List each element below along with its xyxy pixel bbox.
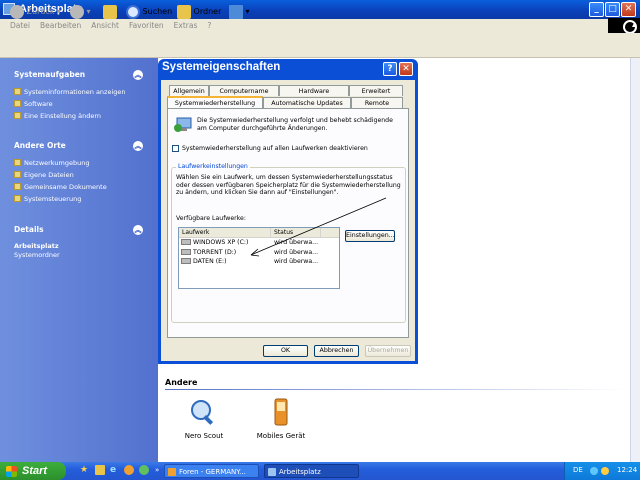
task-change-setting[interactable]: Eine Einstellung ändern [14,111,101,121]
menu-help[interactable]: ? [207,19,211,33]
menu-edit[interactable]: Bearbeiten [40,19,81,33]
software-icon [14,100,21,107]
folder-icon [14,171,21,178]
quicklaunch-folder-icon[interactable] [95,465,105,475]
minimize-button[interactable]: _ [589,2,604,17]
folder-icon [14,183,21,190]
close-button[interactable]: ✕ [621,2,636,17]
tray-app-icon[interactable] [601,467,609,475]
task-button-forum[interactable]: Foren - GERMANY... [164,464,259,478]
help-button[interactable]: ? [383,62,397,76]
control-panel-icon [14,195,21,202]
search-label: Suchen [142,7,173,16]
mobile-device-icon[interactable] [272,398,290,426]
mobile-device-label[interactable]: Mobiles Gerät [251,432,311,440]
collapse-chevron-icon[interactable]: ︽ [133,70,143,80]
quicklaunch-star-icon[interactable]: ★ [80,465,88,475]
menu-tools[interactable]: Extras [174,19,198,33]
task-button-my-computer[interactable]: Arbeitsplatz [264,464,359,478]
clock[interactable]: 12:24 [617,466,637,474]
back-arrow-icon [10,4,24,19]
dialog-body: Allgemein Computername Hardware Erweiter… [161,80,415,361]
window-titlebar[interactable]: Arbeitsplatz [0,0,640,19]
menu-view[interactable]: Ansicht [91,19,119,33]
folders-label: Ordner [193,7,222,16]
folder-up-icon [103,4,117,19]
task-label: Arbeitsplatz [279,468,321,476]
my-computer-icon [268,468,276,476]
dialog-title: Systemeigenschaften [162,61,281,73]
settings-icon [14,112,21,119]
details-type: Systemordner [14,251,60,259]
vertical-scrollbar[interactable] [630,58,640,462]
system-tray: DE 12:24 [564,462,640,480]
cancel-button[interactable]: Abbrechen [314,345,359,357]
windows-flag-icon [6,466,17,477]
quicklaunch-ie-icon[interactable]: e [110,465,116,475]
start-button[interactable]: Start [0,462,66,480]
task-view-system-info[interactable]: Systeminformationen anzeigen [14,87,126,97]
ok-button[interactable]: OK [263,345,308,357]
maximize-button[interactable]: □ [605,2,620,17]
quicklaunch-messenger-icon[interactable] [139,465,149,475]
search-button[interactable]: Suchen [126,3,172,21]
forward-button[interactable]: ▾ [70,3,91,21]
folders-icon [177,4,191,19]
quicklaunch-expand-icon[interactable]: » [155,466,159,474]
details-title: Details [14,225,44,234]
nero-scout-label[interactable]: Nero Scout [180,432,228,440]
menu-favorites[interactable]: Favoriten [129,19,164,33]
search-icon [126,4,140,19]
language-indicator[interactable]: DE [573,466,583,474]
task-label: Foren - GERMANY... [179,468,246,476]
system-tasks-title: Systemaufgaben [14,70,86,79]
collapse-chevron-icon[interactable]: ︽ [133,141,143,151]
task-software[interactable]: Software [14,99,53,109]
collapse-chevron-icon[interactable]: ︽ [133,225,143,235]
group-divider [165,389,625,390]
place-network[interactable]: Netzwerkumgebung [14,158,89,168]
annotation-arrow [250,197,387,257]
views-icon [229,4,243,19]
nero-scout-icon[interactable] [189,398,217,426]
menu-file[interactable]: Datei [10,19,30,33]
start-label: Start [22,465,48,477]
back-label: Zurück [26,7,55,16]
place-shared-documents[interactable]: Gemeinsame Dokumente [14,182,107,192]
place-my-documents[interactable]: Eigene Dateien [14,170,74,180]
place-control-panel[interactable]: Systemsteuerung [14,194,81,204]
network-icon [14,159,21,166]
other-places-title: Andere Orte [14,141,66,150]
quicklaunch-mail-icon[interactable] [124,465,134,475]
toolbar [0,33,640,58]
folders-button[interactable]: Ordner [177,3,221,21]
other-group-title: Andere [165,378,198,387]
back-button[interactable]: Zurück ▾ [10,3,61,21]
tab-system-restore[interactable]: Systemwiederherstellung [167,96,263,108]
info-icon [14,88,21,95]
forward-arrow-icon [70,4,84,19]
dialog-close-button[interactable]: ✕ [399,62,413,76]
views-button[interactable]: ▾ [229,3,250,21]
apply-button[interactable]: Übernehmen [365,345,411,357]
tray-network-icon[interactable] [590,467,598,475]
firefox-icon [168,468,176,476]
system-properties-dialog: Systemeigenschaften ? ✕ Allgemein Comput… [158,59,418,364]
menu-bar: Datei Bearbeiten Ansicht Favoriten Extras? [0,19,640,33]
up-folder-button[interactable] [103,3,117,21]
